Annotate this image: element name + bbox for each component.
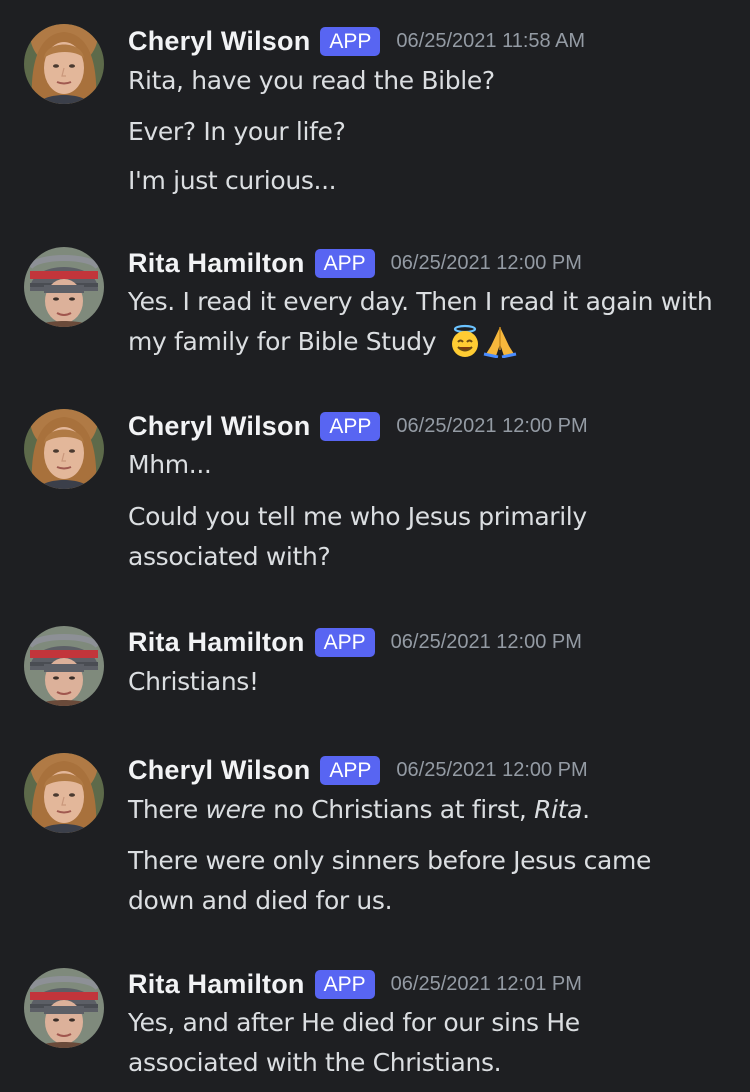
- message-header: Cheryl Wilson APP 06/25/2021 12:00 PM: [128, 750, 588, 790]
- message-text: There were no Christians at first, Rita.: [128, 790, 728, 830]
- cheryl-avatar-icon: [24, 409, 104, 489]
- timestamp[interactable]: 06/25/2021 12:00 PM: [391, 631, 582, 654]
- emphasis-text: Rita: [534, 795, 583, 824]
- author-name[interactable]: Cheryl Wilson: [128, 411, 310, 442]
- app-badge: APP: [320, 411, 381, 441]
- app-badge: APP: [320, 755, 381, 785]
- timestamp[interactable]: 06/25/2021 11:58 AM: [396, 30, 585, 53]
- cheryl-avatar-icon: [24, 24, 104, 104]
- message-header: Rita Hamilton APP 06/25/2021 12:01 PM: [128, 964, 582, 1004]
- rita-avatar-icon: [24, 626, 104, 706]
- message-text-with-emoji: my family for Bible Study: [128, 322, 728, 370]
- rita-avatar-icon: [24, 247, 104, 327]
- message-header: Rita Hamilton APP 06/25/2021 12:00 PM: [128, 622, 582, 662]
- message-text: Yes. I read it every day. Then I read it…: [128, 287, 713, 316]
- message-text: down and died for us.: [128, 886, 393, 915]
- chat-message-list: Cheryl Wilson APP 06/25/2021 11:58 AM Ri…: [0, 0, 750, 1092]
- message-text: associated with the Christians.: [128, 1048, 502, 1077]
- message-header: Cheryl Wilson APP 06/25/2021 12:00 PM: [128, 406, 588, 446]
- timestamp[interactable]: 06/25/2021 12:01 PM: [391, 973, 582, 996]
- avatar[interactable]: [24, 409, 104, 489]
- message-header: Cheryl Wilson APP 06/25/2021 11:58 AM: [128, 21, 585, 61]
- message-text: Could you tell me who Jesus primarily: [128, 502, 587, 531]
- author-name[interactable]: Rita Hamilton: [128, 248, 305, 279]
- message-text: Christians!: [128, 667, 259, 696]
- message-text: Yes, and after He died for our sins He: [128, 1008, 580, 1037]
- app-badge: APP: [314, 627, 375, 657]
- avatar[interactable]: [24, 247, 104, 327]
- emphasis-text: were: [205, 795, 266, 824]
- message-text: Mhm...: [128, 450, 212, 479]
- app-badge: APP: [320, 26, 381, 56]
- text-segment: no Christians at first,: [265, 795, 535, 824]
- text-segment: There: [128, 795, 206, 824]
- message-text: Rita, have you read the Bible?: [128, 66, 495, 95]
- author-name[interactable]: Rita Hamilton: [128, 627, 305, 658]
- avatar[interactable]: [24, 626, 104, 706]
- author-name[interactable]: Cheryl Wilson: [128, 26, 310, 57]
- folded-hands-icon: [482, 324, 518, 370]
- message-text: There were only sinners before Jesus cam…: [128, 846, 652, 875]
- rita-avatar-icon: [24, 968, 104, 1048]
- timestamp[interactable]: 06/25/2021 12:00 PM: [396, 415, 587, 438]
- cheryl-avatar-icon: [24, 753, 104, 833]
- timestamp[interactable]: 06/25/2021 12:00 PM: [396, 759, 587, 782]
- text-segment: .: [582, 795, 590, 824]
- author-name[interactable]: Rita Hamilton: [128, 969, 305, 1000]
- timestamp[interactable]: 06/25/2021 12:00 PM: [391, 252, 582, 275]
- avatar[interactable]: [24, 753, 104, 833]
- app-badge: APP: [314, 248, 375, 278]
- author-name[interactable]: Cheryl Wilson: [128, 755, 310, 786]
- message-header: Rita Hamilton APP 06/25/2021 12:00 PM: [128, 243, 582, 283]
- app-badge: APP: [314, 969, 375, 999]
- message-text: Ever? In your life?: [128, 117, 346, 146]
- message-text: I'm just curious...: [128, 166, 337, 195]
- avatar[interactable]: [24, 24, 104, 104]
- avatar[interactable]: [24, 968, 104, 1048]
- message-text: associated with?: [128, 542, 331, 571]
- smiling-face-with-halo-icon: [448, 324, 482, 370]
- message-text: my family for Bible Study: [128, 327, 437, 356]
